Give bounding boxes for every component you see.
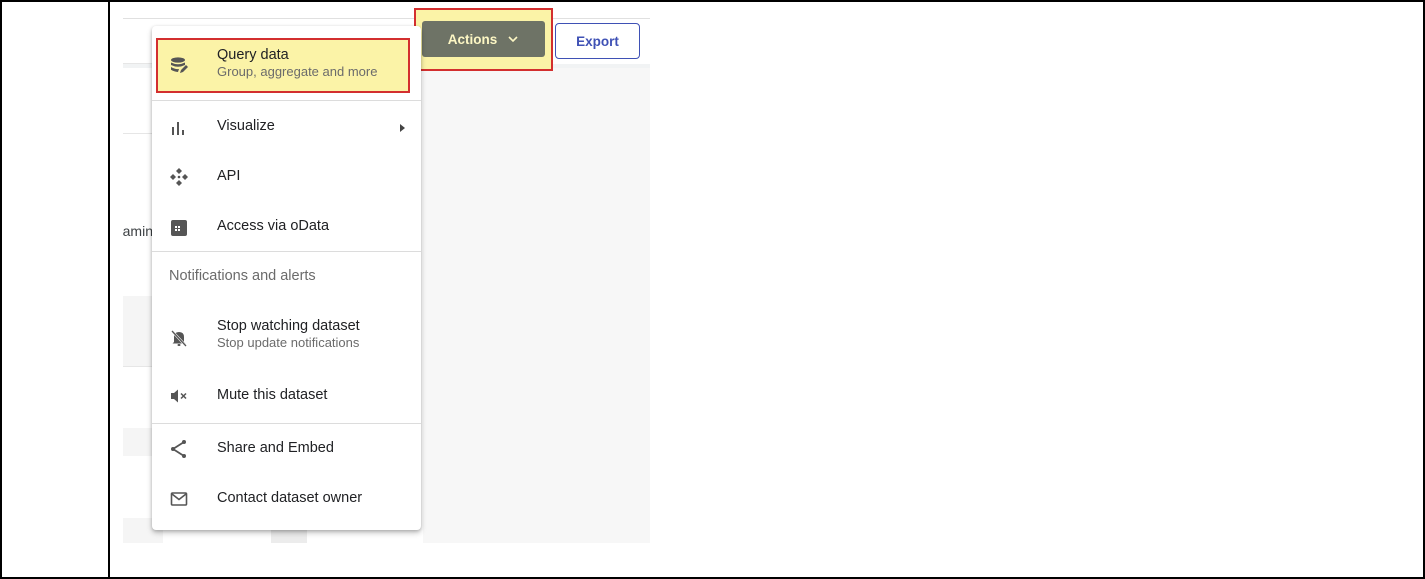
table-column-divider <box>108 0 110 579</box>
bar-chart-icon <box>169 118 189 138</box>
menu-item-mute[interactable]: Mute this dataset <box>152 372 421 420</box>
menu-item-label: Access via oData <box>217 218 330 234</box>
menu-item-sublabel: Group, aggregate and more <box>217 64 378 79</box>
menu-item-label: API <box>217 168 241 184</box>
chevron-right-icon <box>400 124 405 132</box>
actions-dropdown-menu: Query data Group, aggregate and more Vis… <box>152 26 421 530</box>
table-footer-cell <box>271 528 307 543</box>
menu-item-label: Query data <box>217 47 289 63</box>
menu-item-label: Stop watching dataset <box>217 318 360 334</box>
header-top-border <box>123 18 650 19</box>
volume-mute-icon <box>169 386 189 406</box>
mail-icon <box>169 489 189 509</box>
menu-section-title: Notifications and alerts <box>169 268 316 284</box>
menu-item-api[interactable]: API <box>152 152 421 202</box>
content-background <box>423 68 650 543</box>
menu-item-sublabel: Stop update notifications <box>217 335 360 350</box>
chevron-down-icon <box>508 36 518 43</box>
menu-divider <box>152 251 421 252</box>
actions-button[interactable]: Actions <box>422 21 545 57</box>
menu-item-label: Contact dataset owner <box>217 490 363 506</box>
export-button[interactable]: Export <box>555 23 640 59</box>
menu-item-label: Share and Embed <box>217 440 334 456</box>
actions-button-label: Actions <box>447 31 498 47</box>
menu-item-label: Mute this dataset <box>217 387 328 403</box>
menu-item-access-odata[interactable]: Access via oData <box>152 202 421 252</box>
menu-item-share-embed[interactable]: Share and Embed <box>152 424 421 474</box>
menu-item-label: Visualize <box>217 118 275 134</box>
odata-grid-icon <box>169 218 189 238</box>
menu-item-visualize[interactable]: Visualize <box>152 104 421 152</box>
bell-off-icon <box>169 328 189 348</box>
menu-item-contact-owner[interactable]: Contact dataset owner <box>152 474 421 524</box>
menu-item-query-data[interactable]: Query data Group, aggregate and more <box>152 40 421 92</box>
menu-item-stop-watching[interactable]: Stop watching dataset Stop update notifi… <box>152 310 421 362</box>
database-query-icon <box>169 56 189 76</box>
api-icon <box>169 167 189 187</box>
export-button-label: Export <box>576 33 619 49</box>
menu-divider <box>152 100 421 101</box>
truncated-cell-text: amin <box>123 223 153 239</box>
share-icon <box>169 439 189 459</box>
